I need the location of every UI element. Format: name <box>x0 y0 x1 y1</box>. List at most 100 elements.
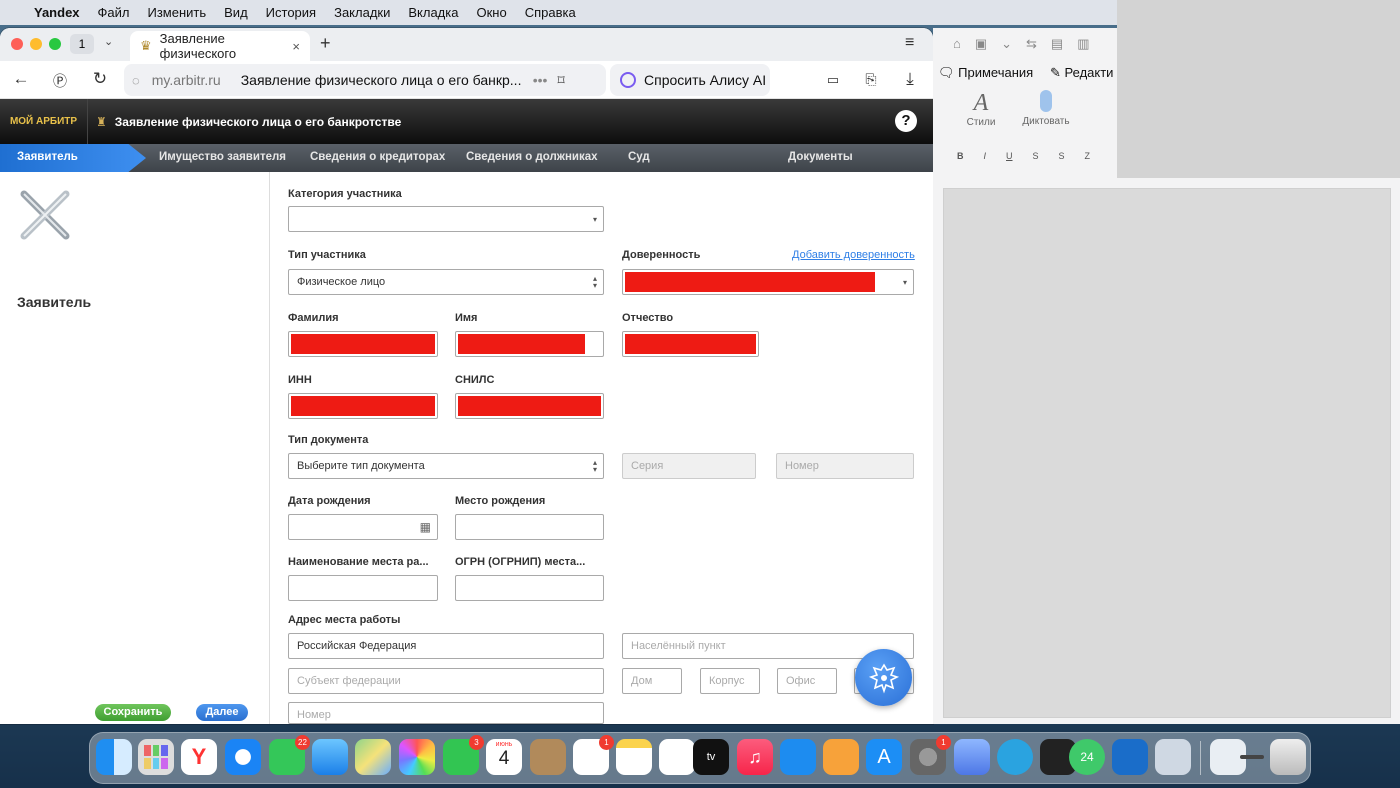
next-button[interactable]: Далее <box>196 704 248 721</box>
messages-icon[interactable]: 22 <box>269 735 310 775</box>
notes-button[interactable]: 🗨︎ Примечания <box>938 65 1033 81</box>
tab-documents[interactable]: Документы <box>788 151 853 163</box>
menu-bookmarks[interactable]: Закладки <box>334 5 390 20</box>
download-icon[interactable]: ⤓ <box>899 69 921 89</box>
telegram-icon[interactable] <box>997 739 1033 775</box>
doc-series-field[interactable]: Серия <box>622 453 756 479</box>
menu-view[interactable]: Вид <box>224 5 248 20</box>
work-name-field[interactable] <box>288 575 438 601</box>
menu-window[interactable]: Окно <box>476 5 506 20</box>
close-window-button[interactable] <box>11 38 23 50</box>
minimized-window-icon[interactable] <box>1240 755 1264 759</box>
inn-field[interactable] <box>288 393 438 419</box>
apple-tv-icon[interactable]: tv <box>693 739 729 775</box>
birth-date-field[interactable]: ▦ <box>288 514 438 540</box>
help-button[interactable]: ? <box>895 110 917 132</box>
menu-tab[interactable]: Вкладка <box>408 5 458 20</box>
translate-icon[interactable]: ⎘ <box>860 71 882 88</box>
hamburger-menu-icon[interactable]: ≡ <box>905 34 914 52</box>
photos-icon[interactable] <box>399 739 435 775</box>
tab-creditors[interactable]: Сведения о кредиторах <box>310 151 445 163</box>
music-icon[interactable]: ♫ <box>737 739 773 775</box>
yandex-browser-icon[interactable]: Y <box>181 739 217 775</box>
cloud-app-icon[interactable] <box>954 739 990 775</box>
bookmark-icon[interactable]: ⌑ <box>557 72 564 89</box>
app-name-menu[interactable]: Yandex <box>34 5 80 20</box>
power-of-attorney-select[interactable]: ▾ <box>622 269 914 295</box>
styles-button[interactable]: A Стили <box>961 90 1001 128</box>
dictate-button[interactable]: Диктовать <box>1021 90 1071 127</box>
category-select[interactable]: ▾ <box>288 206 604 232</box>
protect-shield-icon[interactable]: Ⓟ <box>49 71 71 91</box>
pages-icon[interactable] <box>823 739 859 775</box>
outlook-icon[interactable] <box>1112 739 1148 775</box>
menu-edit[interactable]: Изменить <box>148 5 207 20</box>
calendar-icon[interactable]: июнь 4 <box>486 739 522 775</box>
add-power-of-attorney-link[interactable]: Добавить доверенность <box>792 249 915 261</box>
italic-button[interactable]: I <box>984 151 987 161</box>
tab-applicant[interactable]: Заявитель <box>0 144 146 172</box>
battery-saver-icon[interactable]: ▭ <box>822 72 844 88</box>
surname-field[interactable] <box>288 331 438 357</box>
launchpad-icon[interactable] <box>138 739 174 775</box>
ask-alice-button[interactable]: Спросить Алису AI <box>610 64 770 96</box>
strike2-button[interactable]: S <box>1059 151 1065 161</box>
app-store-icon[interactable]: A <box>866 739 902 775</box>
tab-court[interactable]: Суд <box>628 151 650 163</box>
z-button[interactable]: Z <box>1085 151 1091 161</box>
calendar-icon[interactable]: ▦ <box>420 520 431 534</box>
name-field[interactable] <box>455 331 604 357</box>
block-field[interactable]: Корпус <box>700 668 760 694</box>
preview-icon[interactable] <box>1155 739 1191 775</box>
notes-app-icon[interactable] <box>616 739 652 775</box>
doc-type-select[interactable]: Выберите тип документа ▴ ▾ <box>288 453 604 479</box>
chevron-down-icon[interactable]: ⌄ <box>104 35 113 48</box>
bold-button[interactable]: B <box>957 151 964 161</box>
edit-button[interactable]: ✎ Редакти <box>1050 65 1113 81</box>
patronymic-field[interactable] <box>622 331 759 357</box>
calendar24-icon[interactable]: 24 <box>1069 739 1105 775</box>
moi-arbitr-logo[interactable]: МОЙ АРБИТР <box>0 99 88 144</box>
mail-icon[interactable] <box>312 739 348 775</box>
region-field[interactable]: Субъект федерации <box>288 668 604 694</box>
underline-button[interactable]: U <box>1006 151 1013 161</box>
house-field[interactable]: Дом <box>622 668 682 694</box>
reload-icon[interactable]: ↻ <box>89 69 111 89</box>
utility-app-icon[interactable] <box>530 739 566 775</box>
tab-debtors[interactable]: Сведения о должниках <box>466 151 598 163</box>
number-field[interactable]: Номер <box>288 702 604 724</box>
birth-place-field[interactable] <box>455 514 604 540</box>
strike-button[interactable]: S <box>1033 151 1039 161</box>
participant-type-select[interactable]: Физическое лицо ▴ ▾ <box>288 269 604 295</box>
site-info-icon[interactable]: ◌ <box>132 73 140 88</box>
reminders-icon[interactable]: 1 <box>573 735 614 775</box>
system-settings-icon[interactable]: 1 <box>910 735 951 775</box>
menu-history[interactable]: История <box>266 5 316 20</box>
assistant-emblem-button[interactable] <box>855 649 912 706</box>
freeform-icon[interactable] <box>659 739 695 775</box>
tab-count-badge[interactable]: 1 <box>70 34 94 54</box>
facetime-icon[interactable]: 3 <box>443 735 484 775</box>
menu-help[interactable]: Справка <box>525 5 576 20</box>
safari-icon[interactable] <box>225 739 261 775</box>
browser-tab[interactable]: ♛ Заявление физического × <box>130 31 310 61</box>
office-field[interactable]: Офис <box>777 668 837 694</box>
menu-file[interactable]: Файл <box>98 5 130 20</box>
trash-icon[interactable] <box>1270 739 1306 775</box>
country-field[interactable]: Российская Федерация <box>288 633 604 659</box>
snils-field[interactable] <box>455 393 604 419</box>
more-dots-icon[interactable]: ••• <box>533 72 548 88</box>
minimize-window-button[interactable] <box>30 38 42 50</box>
ogrn-field[interactable] <box>455 575 604 601</box>
new-tab-button[interactable]: + <box>320 33 331 54</box>
tab-property[interactable]: Имущество заявителя <box>159 151 286 163</box>
save-button[interactable]: Сохранить <box>95 704 171 721</box>
finder-icon[interactable] <box>96 739 132 775</box>
close-tab-icon[interactable]: × <box>292 39 300 54</box>
back-arrow-icon[interactable]: ← <box>10 69 32 89</box>
keynote-icon[interactable] <box>780 739 816 775</box>
zoom-window-button[interactable] <box>49 38 61 50</box>
doc-number-field[interactable]: Номер <box>776 453 914 479</box>
url-field[interactable]: ◌ my.arbitr.ru Заявление физического лиц… <box>124 64 606 96</box>
maps-icon[interactable] <box>355 739 391 775</box>
